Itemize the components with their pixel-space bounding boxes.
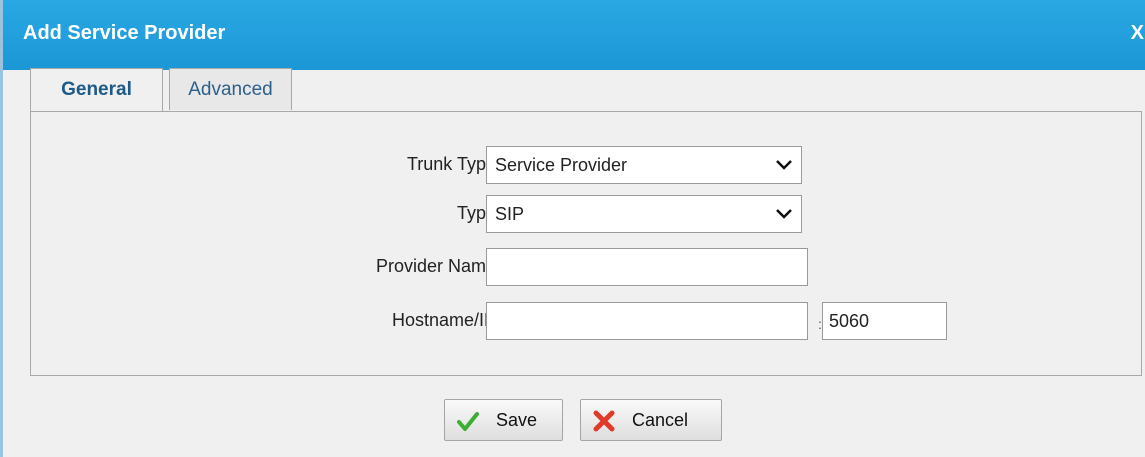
check-icon: [457, 412, 479, 431]
cancel-button-label: Cancel: [632, 410, 689, 430]
hostname-input[interactable]: [486, 302, 808, 340]
type-row: Type: SIP: [31, 195, 1141, 233]
provider-name-row: Provider Name:: [31, 248, 1141, 286]
type-value: SIP: [495, 204, 525, 224]
type-select[interactable]: SIP: [486, 195, 802, 233]
trunk-type-select[interactable]: Service Provider: [486, 146, 802, 184]
tab-general[interactable]: General: [30, 68, 163, 112]
port-input[interactable]: 5060: [822, 302, 947, 340]
x-icon: [593, 410, 615, 432]
dialog-titlebar[interactable]: Add Service Provider X: [3, 0, 1145, 70]
cancel-button[interactable]: Cancel: [580, 399, 722, 441]
provider-name-label: Provider Name:: [375, 256, 501, 276]
trunk-type-row: Trunk Type: Service Provider: [31, 146, 1141, 184]
trunk-type-value: Service Provider: [495, 155, 628, 175]
close-icon[interactable]: X: [1131, 22, 1144, 45]
dialog-title: Add Service Provider: [23, 22, 226, 44]
tab-advanced[interactable]: Advanced: [169, 68, 292, 110]
save-button-label: Save: [496, 410, 538, 430]
hostname-row: Hostname/IP: : 5060: [31, 302, 1141, 340]
general-tab-panel: Trunk Type: Service Provider Type: SIP P…: [30, 111, 1142, 376]
chevron-down-icon: [776, 209, 792, 219]
provider-name-input[interactable]: [486, 248, 808, 286]
hostname-label: Hostname/IP:: [391, 310, 501, 330]
chevron-down-icon: [776, 160, 792, 170]
add-service-provider-dialog: Add Service Provider X General Advanced …: [0, 0, 1145, 457]
save-button[interactable]: Save: [444, 399, 563, 441]
